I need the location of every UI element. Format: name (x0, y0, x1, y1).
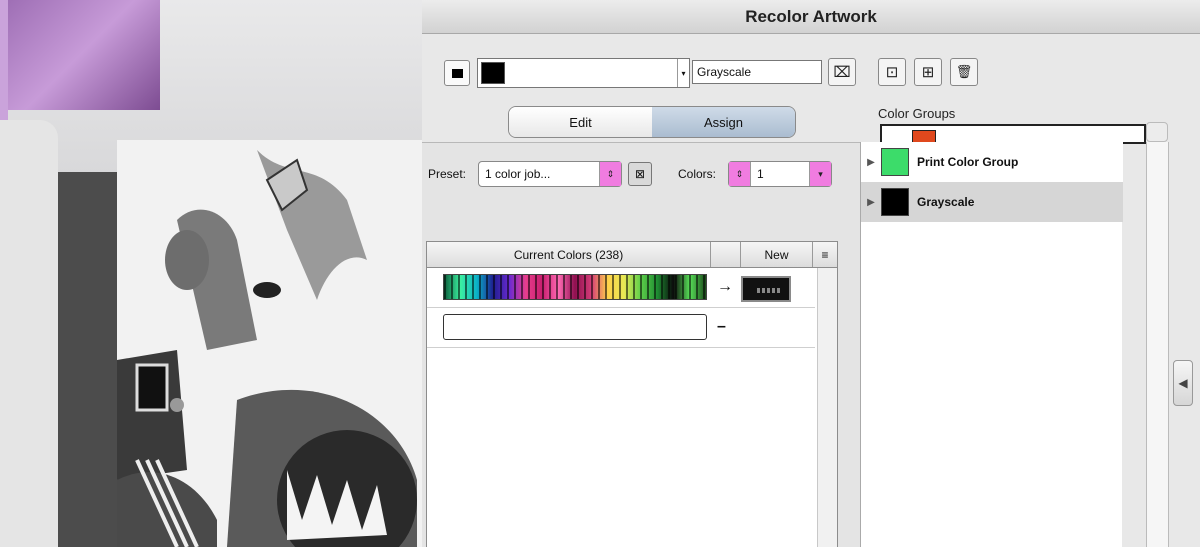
delete-group-button[interactable]: 🗑 (950, 58, 978, 86)
group-swatch (881, 148, 909, 176)
new-folder-icon: ⊞ (921, 64, 935, 81)
arrow-column-header (711, 242, 741, 267)
dialog-title: Recolor Artwork (745, 7, 877, 26)
color-assignment-table: Current Colors (238) New ≡ → – (426, 241, 838, 547)
preset-options-button[interactable]: ⊠ (628, 162, 652, 186)
base-color-swatch (481, 62, 505, 84)
eyedropper-button[interactable]: ⌧ (828, 58, 856, 86)
updown-arrows-icon: ⇕ (599, 162, 621, 186)
arrow-right-icon[interactable]: → (717, 278, 733, 296)
assign-panel: Preset: 1 color job... ⇕ ⊠ Colors: ⇕ 1 ▾… (422, 142, 862, 547)
new-colors-header[interactable]: New (741, 242, 813, 267)
artwork-illustration (117, 140, 422, 547)
group-name-field[interactable]: Grayscale (692, 60, 822, 84)
stepper-arrows-icon: ⇕ (729, 162, 751, 186)
group-name: Grayscale (917, 195, 975, 209)
get-colors-button[interactable] (444, 60, 470, 86)
column-menu-icon[interactable]: ≡ (813, 242, 837, 267)
mode-tabs: Edit Assign (508, 106, 796, 138)
trash-icon: 🗑 (955, 64, 973, 79)
disclosure-triangle-icon[interactable]: ▶ (861, 197, 881, 208)
stop-icon (451, 68, 463, 78)
current-colors-header[interactable]: Current Colors (238) (427, 242, 711, 267)
colors-count-dropdown[interactable]: ⇕ 1 ▾ (728, 161, 832, 187)
scrollbar-top-button[interactable] (1146, 122, 1168, 142)
artwork-purple-patch (0, 0, 160, 110)
color-groups-list: ▶ Print Color Group ▶ Grayscale (860, 142, 1123, 547)
harmony-swatch-dropdown[interactable]: ▾ (477, 58, 690, 88)
save-group-button[interactable]: ⊡ (878, 58, 906, 86)
collapse-handle-icon[interactable]: ◀ (1173, 360, 1193, 406)
table-row[interactable]: → (427, 268, 815, 308)
group-swatch (881, 188, 909, 216)
current-colors-bar[interactable] (443, 274, 707, 300)
save-icon: ⊡ (885, 64, 899, 81)
table-header: Current Colors (238) New ≡ (427, 242, 837, 268)
tab-edit[interactable]: Edit (509, 107, 652, 137)
collapse-panel: ◀ (1168, 142, 1200, 547)
chevron-down-icon: ▾ (809, 162, 831, 186)
empty-color-row[interactable] (443, 314, 707, 340)
colors-label: Colors: (678, 167, 717, 181)
eyedropper-icon: ⌧ (833, 64, 851, 81)
preset-dropdown[interactable]: 1 color job... ⇕ (478, 161, 622, 187)
artwork-dark-region (58, 172, 118, 547)
list-item[interactable]: ▶ Print Color Group (861, 142, 1123, 182)
groups-scrollbar[interactable] (1146, 142, 1168, 547)
tools-panel (0, 120, 58, 547)
color-groups-label: Color Groups (878, 106, 956, 121)
chevron-down-icon[interactable]: ▾ (677, 59, 689, 87)
recolor-artwork-dialog: ▾ Grayscale ⌧ ⊡ ⊞ 🗑 Edit Assign Color Gr… (422, 34, 1200, 547)
color-groups-header-field (880, 124, 1146, 144)
colors-count-value: 1 (757, 167, 764, 181)
disclosure-triangle-icon[interactable]: ▶ (861, 157, 881, 168)
new-group-button[interactable]: ⊞ (914, 58, 942, 86)
tab-assign[interactable]: Assign (652, 107, 795, 137)
list-item[interactable]: ▶ Grayscale (861, 182, 1123, 222)
table-scrollbar[interactable] (817, 268, 837, 547)
table-row[interactable]: – (427, 308, 815, 348)
preset-value: 1 color job... (485, 167, 551, 181)
group-name: Print Color Group (917, 155, 1019, 169)
dash-icon: – (717, 318, 726, 335)
new-color-swatch[interactable] (741, 276, 791, 302)
grid-icon: ⊠ (634, 167, 646, 181)
dialog-titlebar: Recolor Artwork (422, 0, 1200, 34)
artwork-canvas (0, 0, 422, 547)
preset-label: Preset: (428, 167, 467, 181)
